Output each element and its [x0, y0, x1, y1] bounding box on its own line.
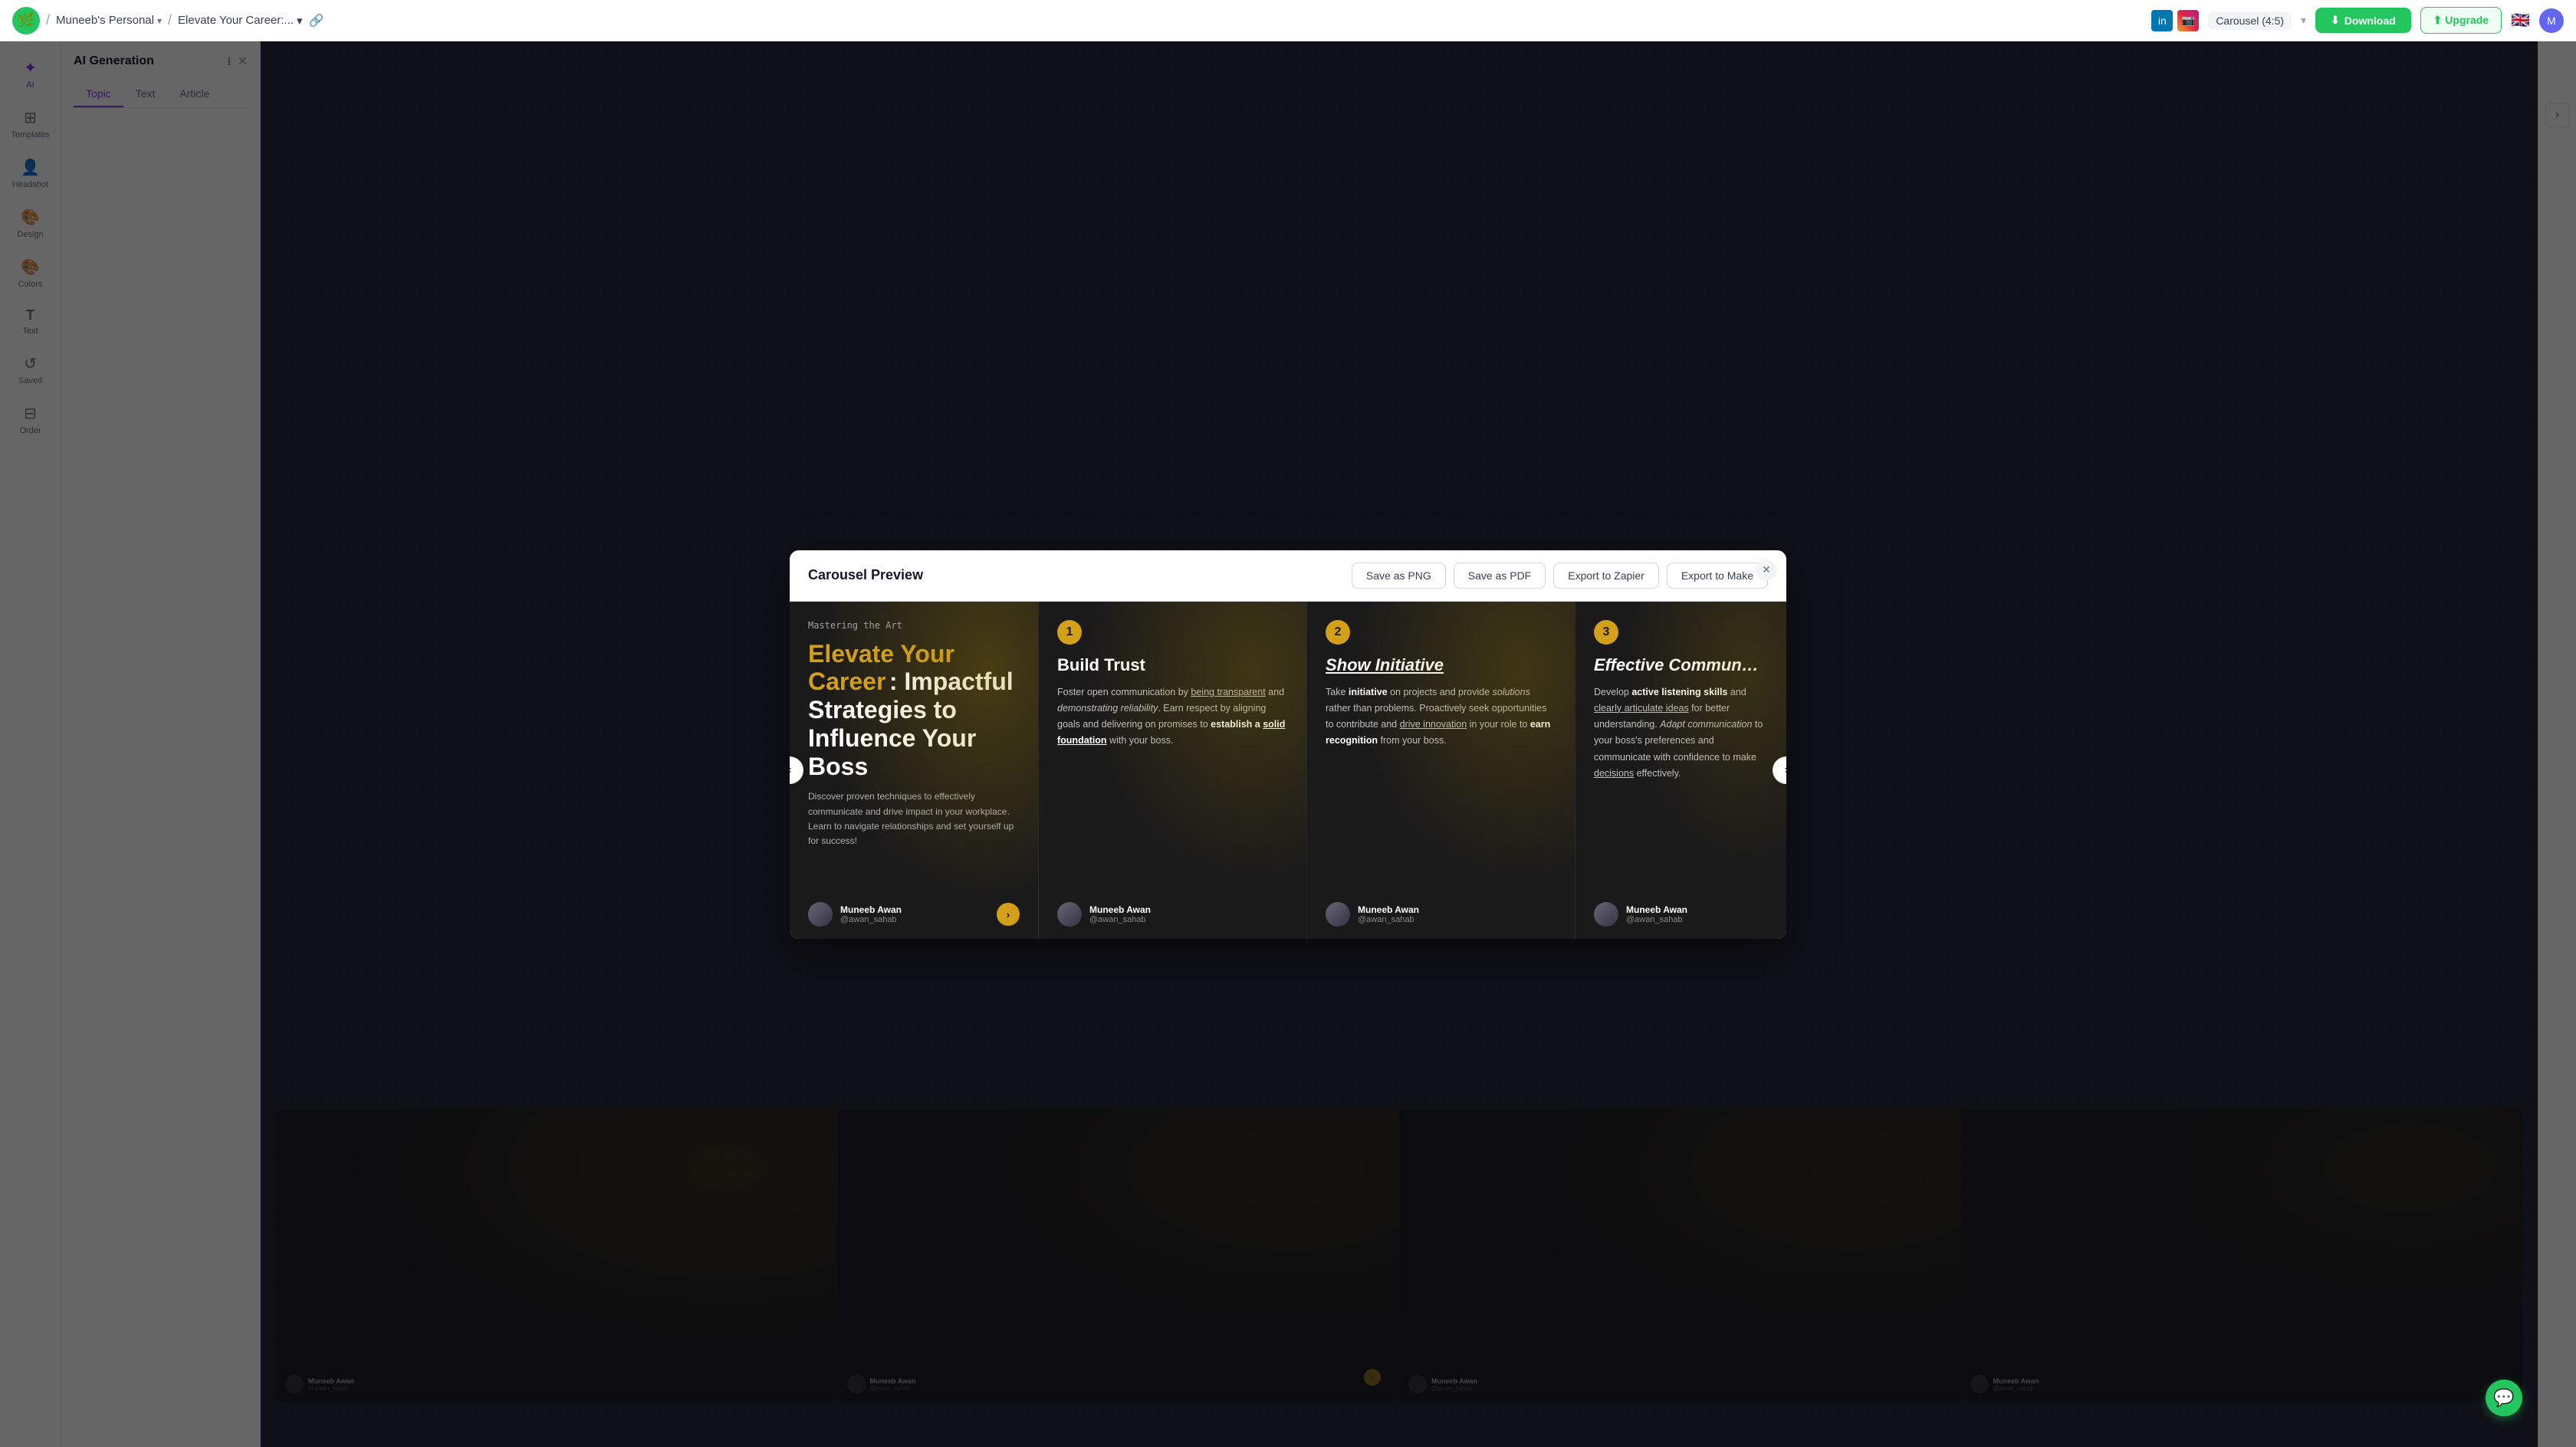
- breadcrumb-sep-2: /: [168, 12, 172, 28]
- project-chevron-icon: ▾: [297, 14, 303, 28]
- export-zapier-button[interactable]: Export to Zapier: [1553, 563, 1659, 589]
- card-3-footer: Muneeb Awan @awan_sahab: [1326, 902, 1556, 927]
- card-3-body: Take initiative on projects and provide …: [1326, 684, 1556, 750]
- carousel-preview-modal: Carousel Preview Save as PNG Save as PDF…: [790, 550, 1786, 939]
- download-button[interactable]: ⬇ Download: [2315, 8, 2411, 33]
- card-4-heading: Effective Commun…: [1594, 655, 1771, 675]
- save-png-button[interactable]: Save as PNG: [1352, 563, 1446, 589]
- carousel-card-4: 3 Effective Commun… Develop active liste…: [1576, 602, 1786, 939]
- card-1-author-avatar: [808, 902, 833, 927]
- carousel-card-3: 2 Show Initiative Take initiative on pro…: [1307, 602, 1576, 939]
- topbar: 🌿 / Muneeb's Personal ▾ / Elevate Your C…: [0, 0, 2576, 41]
- workspace-breadcrumb[interactable]: Muneeb's Personal ▾: [56, 14, 162, 27]
- card-4-number: 3: [1594, 620, 1618, 645]
- carousel-format-label[interactable]: Carousel (4:5): [2208, 11, 2292, 30]
- export-make-button[interactable]: Export to Make: [1667, 563, 1768, 589]
- card-4-body: Develop active listening skills and clea…: [1594, 684, 1771, 783]
- card-4-footer: Muneeb Awan @awan_sahab: [1594, 902, 1771, 927]
- breadcrumb-sep-1: /: [46, 12, 50, 28]
- linkedin-icon[interactable]: in: [2151, 10, 2173, 31]
- carousel-card-2: 1 Build Trust Foster open communication …: [1039, 602, 1307, 939]
- card-3-author-avatar: [1326, 902, 1350, 927]
- social-icons: in 📷: [2151, 10, 2199, 31]
- project-breadcrumb[interactable]: Elevate Your Career:... ▾: [178, 14, 302, 28]
- card-3-number: 2: [1326, 620, 1350, 645]
- carousel-card-1: Mastering the Art Elevate Your Career : …: [790, 602, 1039, 939]
- app-logo[interactable]: 🌿: [12, 7, 40, 34]
- upgrade-button[interactable]: ⬆ Upgrade: [2420, 7, 2502, 34]
- chat-icon: 💬: [2493, 1388, 2514, 1408]
- card-2-author-avatar: [1057, 902, 1082, 927]
- user-avatar[interactable]: M: [2539, 8, 2564, 33]
- download-icon: ⬇: [2331, 14, 2340, 27]
- card-2-author-handle: @awan_sahab: [1089, 915, 1151, 924]
- card-3-heading: Show Initiative: [1326, 655, 1556, 675]
- format-chevron-icon: ▾: [2301, 14, 2306, 27]
- instagram-icon[interactable]: 📷: [2177, 10, 2199, 31]
- card-4-author-name: Muneeb Awan: [1626, 904, 1687, 915]
- card-4-author-avatar: [1594, 902, 1618, 927]
- card-2-author: Muneeb Awan @awan_sahab: [1057, 902, 1151, 927]
- card-1-subtitle: Mastering the Art: [808, 620, 1020, 631]
- language-flag[interactable]: 🇬🇧: [2511, 11, 2530, 30]
- card-1-author-name: Muneeb Awan: [840, 904, 902, 915]
- card-1-author-handle: @awan_sahab: [840, 915, 902, 924]
- card-4-author-handle: @awan_sahab: [1626, 915, 1687, 924]
- save-pdf-button[interactable]: Save as PDF: [1454, 563, 1546, 589]
- card-4-author: Muneeb Awan @awan_sahab: [1594, 902, 1687, 927]
- card-1-author: Muneeb Awan @awan_sahab: [808, 902, 902, 927]
- modal-overlay: Carousel Preview Save as PNG Save as PDF…: [0, 41, 2576, 1447]
- card-1-description: Discover proven techniques to effectivel…: [808, 789, 1020, 848]
- carousel-cards-container: ‹ Mastering the Art Elevate Your Career …: [790, 602, 1786, 939]
- modal-close-button[interactable]: ✕: [1756, 559, 1777, 581]
- workspace-chevron-icon: ▾: [157, 15, 162, 26]
- card-1-title: Elevate Your Career : Impactful Strategi…: [808, 640, 1020, 781]
- upgrade-icon: ⬆: [2433, 14, 2443, 26]
- modal-title: Carousel Preview: [808, 567, 923, 583]
- card-1-next-button[interactable]: ›: [997, 903, 1020, 926]
- card-2-author-name: Muneeb Awan: [1089, 904, 1151, 915]
- card-3-author-handle: @awan_sahab: [1358, 915, 1419, 924]
- modal-actions: Save as PNG Save as PDF Export to Zapier…: [1352, 563, 1768, 589]
- chat-button[interactable]: 💬: [2486, 1380, 2522, 1416]
- card-2-footer: Muneeb Awan @awan_sahab: [1057, 902, 1288, 927]
- project-name: Elevate Your Career:...: [178, 14, 294, 27]
- card-2-heading: Build Trust: [1057, 655, 1288, 675]
- workspace-name: Muneeb's Personal: [56, 14, 154, 27]
- card-2-body: Foster open communication by being trans…: [1057, 684, 1288, 750]
- card-2-number: 1: [1057, 620, 1082, 645]
- card-1-footer: Muneeb Awan @awan_sahab ›: [808, 902, 1020, 927]
- card-3-author-name: Muneeb Awan: [1358, 904, 1419, 915]
- link-icon: 🔗: [308, 13, 324, 28]
- modal-header: Carousel Preview Save as PNG Save as PDF…: [790, 550, 1786, 602]
- card-3-author: Muneeb Awan @awan_sahab: [1326, 902, 1419, 927]
- topbar-right: in 📷 Carousel (4:5) ▾ ⬇ Download ⬆ Upgra…: [2151, 7, 2564, 34]
